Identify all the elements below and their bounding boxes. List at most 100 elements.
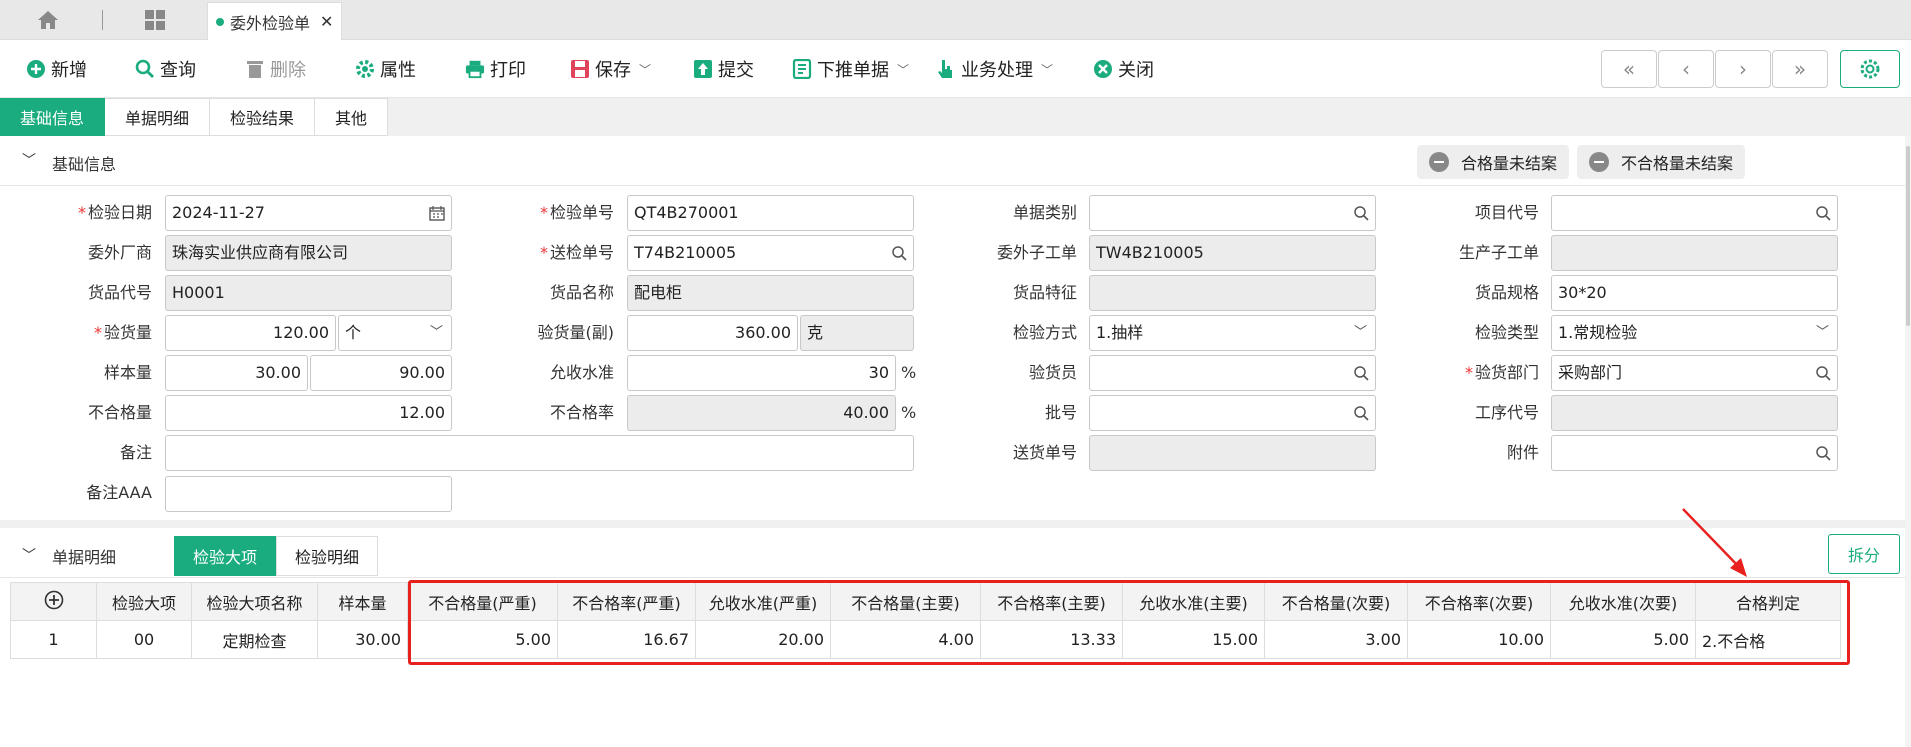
first-record-button[interactable]: « [1601, 50, 1657, 88]
basic-info-panel: ﹀ 基础信息 合格量未结案 不合格量未结案 * 检验日期 2024-11-27 *… [0, 136, 1911, 520]
qty-unit-select[interactable]: 个 ﹀ [338, 315, 452, 351]
gear-icon [1860, 59, 1880, 79]
pill-label: 不合格量未结案 [1621, 154, 1734, 173]
collapse-chevron-icon[interactable]: ﹀ [22, 150, 36, 170]
calendar-icon[interactable] [429, 205, 445, 221]
pass-qty-open-button[interactable]: 合格量未结案 [1417, 145, 1570, 179]
search-icon[interactable] [1353, 405, 1369, 421]
prev-record-button[interactable]: ‹ [1658, 50, 1714, 88]
chevron-down-icon: ﹀ [897, 62, 910, 77]
sample-field-1[interactable]: 30.00 [165, 355, 308, 391]
label-prod-order: 生产子工单 [1458, 243, 1539, 262]
save-button[interactable]: 保存 ﹀ [570, 57, 651, 81]
home-icon[interactable] [36, 9, 60, 31]
inspect-date-field[interactable]: 2024-11-27 [165, 195, 452, 231]
label-remark-aaa: 备注AAA [86, 483, 152, 502]
chevron-down-icon: ﹀ [1815, 325, 1829, 340]
remark-field[interactable] [165, 435, 914, 471]
dept-field[interactable]: 采购部门 [1551, 355, 1838, 391]
fail-qty-open-button[interactable]: 不合格量未结案 [1577, 145, 1746, 179]
new-button[interactable]: 新增 [26, 57, 87, 81]
settings-button[interactable] [1840, 50, 1900, 88]
tab-basic-info[interactable]: 基础信息 [0, 98, 106, 136]
label-doc-type: 单据类别 [1012, 203, 1077, 222]
add-circle-icon[interactable] [44, 590, 64, 610]
delivery-no-field [1089, 435, 1376, 471]
close-button[interactable]: 关闭 [1093, 57, 1154, 81]
close-tab-icon[interactable]: ✕ [320, 12, 333, 31]
qty-field[interactable]: 120.00 [165, 315, 336, 351]
label-remark: 备注 [119, 443, 152, 462]
label-ng-rate: 不合格率 [549, 403, 614, 422]
cell-major-name[interactable]: 定期检查 [191, 620, 318, 659]
next-record-button[interactable]: › [1715, 50, 1771, 88]
search-icon [135, 59, 155, 79]
label-dept: * 验货部门 [1464, 363, 1539, 382]
item-spec-field[interactable]: 30*20 [1551, 275, 1838, 311]
remark-aaa-field[interactable] [165, 476, 452, 512]
search-icon[interactable] [1815, 365, 1831, 381]
method-select[interactable]: 1.抽样 ﹀ [1089, 315, 1376, 351]
project-code-field[interactable] [1551, 195, 1838, 231]
properties-button[interactable]: 属性 [355, 57, 416, 81]
apps-grid-icon[interactable] [144, 9, 166, 31]
type-select[interactable]: 1.常规检验 ﹀ [1551, 315, 1838, 351]
label-project-code: 项目代号 [1474, 203, 1539, 222]
row-number: 1 [10, 620, 97, 659]
label-delivery-no: 送货单号 [1012, 443, 1077, 462]
tab-other[interactable]: 其他 [315, 98, 389, 136]
vertical-scrollbar[interactable] [1905, 136, 1911, 747]
inspector-field[interactable] [1089, 355, 1376, 391]
query-button[interactable]: 查询 [135, 57, 196, 81]
close-label: 关闭 [1118, 60, 1154, 81]
inspect-no-field[interactable]: QT4B270001 [627, 195, 914, 231]
submit-label: 提交 [718, 60, 754, 81]
business-button[interactable]: 业务处理 ﹀ [936, 57, 1053, 81]
batch-field[interactable] [1089, 395, 1376, 431]
delete-button[interactable]: 删除 [245, 57, 306, 81]
search-icon[interactable] [1353, 205, 1369, 221]
split-button[interactable]: 拆分 [1828, 534, 1900, 574]
prod-order-field [1551, 235, 1838, 271]
push-down-button[interactable]: 下推单据 ﹀ [792, 57, 909, 81]
submit-button[interactable]: 提交 [693, 57, 754, 81]
plus-circle-icon [26, 59, 46, 79]
tab-inspection-form[interactable]: 委外检验单 ✕ [207, 2, 342, 40]
label-qty2: 验货量(副) [537, 323, 615, 342]
tab-inspect-detail[interactable]: 检验明细 [276, 536, 379, 576]
aql-field[interactable]: 30 [627, 355, 896, 391]
printer-icon [465, 59, 485, 79]
cell-major-code[interactable]: 00 [96, 620, 192, 659]
label-item-code: 货品代号 [87, 283, 152, 302]
column-header[interactable]: 检验大项名称 [191, 582, 318, 621]
column-header[interactable]: 样本量 [317, 582, 408, 621]
last-record-button[interactable]: » [1772, 50, 1828, 88]
gear-icon [355, 59, 375, 79]
tab-inspect-major[interactable]: 检验大项 [174, 536, 277, 576]
label-sub-order: 委外子工单 [996, 243, 1077, 262]
search-icon[interactable] [1815, 445, 1831, 461]
detail-tabs: 检验大项 检验明细 [174, 536, 379, 576]
label-item-name: 货品名称 [549, 283, 614, 302]
tab-doc-detail[interactable]: 单据明细 [105, 98, 211, 136]
column-header[interactable]: 检验大项 [96, 582, 192, 621]
search-icon[interactable] [1353, 365, 1369, 381]
collapse-chevron-icon[interactable]: ﹀ [22, 545, 36, 565]
send-no-field[interactable]: T74B210005 [627, 235, 914, 271]
add-row-cell[interactable] [10, 582, 97, 621]
qty2-field[interactable]: 360.00 [627, 315, 798, 351]
print-button[interactable]: 打印 [465, 57, 526, 81]
sub-order-field: TW4B210005 [1089, 235, 1376, 271]
search-icon[interactable] [891, 245, 907, 261]
item-name-field: 配电柜 [627, 275, 914, 311]
attach-field[interactable] [1551, 435, 1838, 471]
cell-sample[interactable]: 30.00 [317, 620, 408, 659]
tab-inspection-result[interactable]: 检验结果 [210, 98, 316, 136]
ng-qty-field[interactable]: 12.00 [165, 395, 452, 431]
scrollbar-thumb[interactable] [1906, 146, 1910, 326]
divider [102, 10, 103, 30]
search-icon[interactable] [1815, 205, 1831, 221]
sample-field-2[interactable]: 90.00 [310, 355, 452, 391]
doc-type-field[interactable] [1089, 195, 1376, 231]
label-process: 工序代号 [1474, 403, 1539, 422]
